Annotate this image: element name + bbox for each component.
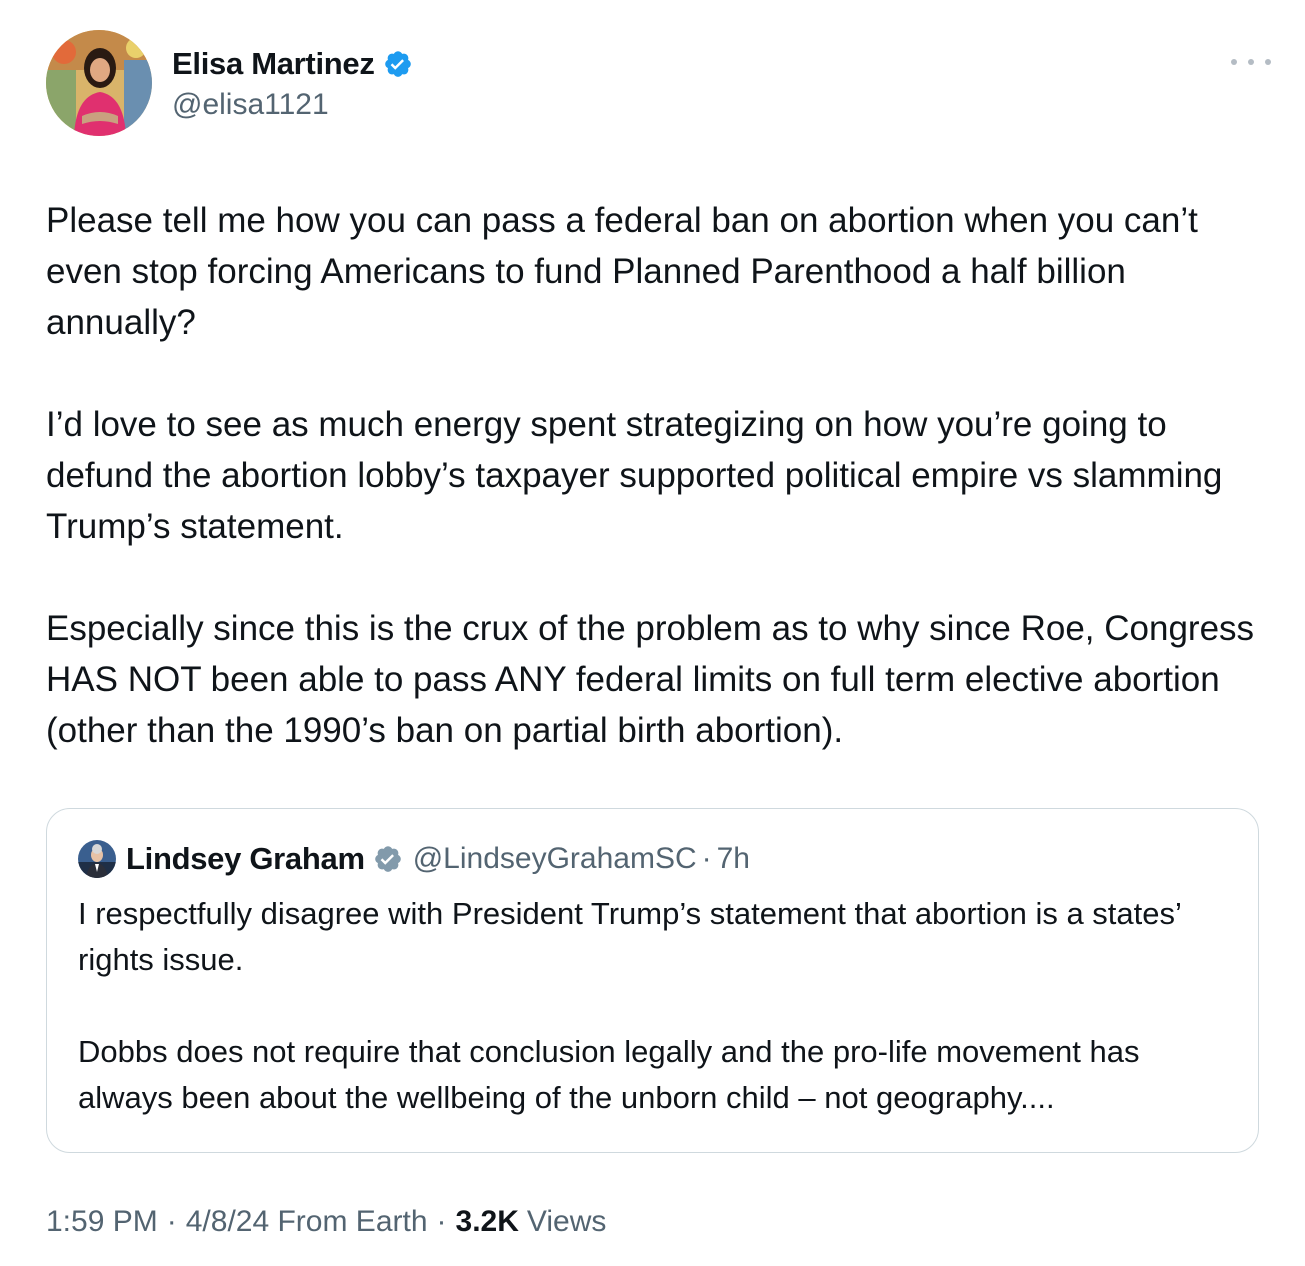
quoted-tweet-card[interactable]: Lindsey Graham @LindseyGrahamSC · 7h I r… <box>46 808 1259 1153</box>
author-avatar[interactable] <box>46 30 152 136</box>
tweet-card: Elisa Martinez @elisa1121 Please tell me… <box>0 0 1305 1266</box>
verified-badge-icon[interactable] <box>383 49 413 79</box>
quoted-author-handle[interactable]: @LindseyGrahamSC <box>413 842 697 876</box>
more-horizontal-icon <box>1248 59 1254 65</box>
tweet-text: Please tell me how you can pass a federa… <box>46 195 1276 756</box>
author-names: Elisa Martinez @elisa1121 <box>172 44 413 122</box>
tweet-time[interactable]: 1:59 PM <box>46 1205 158 1239</box>
quoted-tweet-paragraph: Dobbs does not require that conclusion l… <box>78 1034 1140 1115</box>
more-horizontal-icon <box>1231 59 1237 65</box>
more-horizontal-icon <box>1265 59 1271 65</box>
separator-dot: · <box>436 1205 447 1238</box>
tweet-date-location[interactable]: 4/8/24 From Earth <box>186 1205 428 1239</box>
quoted-author-display-name[interactable]: Lindsey Graham <box>126 841 365 877</box>
separator-dot: · <box>166 1205 177 1238</box>
tweet-meta: 1:59 PM · 4/8/24 From Earth · 3.2K Views <box>46 1205 606 1239</box>
tweet-paragraph: Especially since this is the crux of the… <box>46 609 1255 750</box>
views-label[interactable]: Views <box>527 1205 606 1239</box>
quoted-tweet-header: Lindsey Graham @LindseyGrahamSC · 7h <box>78 837 1228 881</box>
quoted-tweet-time[interactable]: 7h <box>717 842 750 876</box>
quoted-tweet-paragraph: I respectfully disagree with President T… <box>78 896 1181 977</box>
more-options-button[interactable] <box>1231 52 1271 72</box>
author-avatar-image <box>46 30 152 136</box>
author-row: Elisa Martinez @elisa1121 <box>46 30 413 136</box>
author-handle[interactable]: @elisa1121 <box>172 88 413 122</box>
author-display-name[interactable]: Elisa Martinez <box>172 46 375 82</box>
tweet-paragraph: I’d love to see as much energy spent str… <box>46 405 1223 546</box>
author-name-line: Elisa Martinez <box>172 44 413 84</box>
quoted-author-avatar[interactable] <box>78 840 116 878</box>
quoted-author-avatar-image <box>78 840 116 878</box>
separator-dot: · <box>701 842 712 875</box>
tweet-paragraph: Please tell me how you can pass a federa… <box>46 201 1198 342</box>
views-count[interactable]: 3.2K <box>456 1205 519 1239</box>
verified-badge-icon[interactable] <box>373 844 403 874</box>
quoted-tweet-text: I respectfully disagree with President T… <box>78 891 1228 1121</box>
